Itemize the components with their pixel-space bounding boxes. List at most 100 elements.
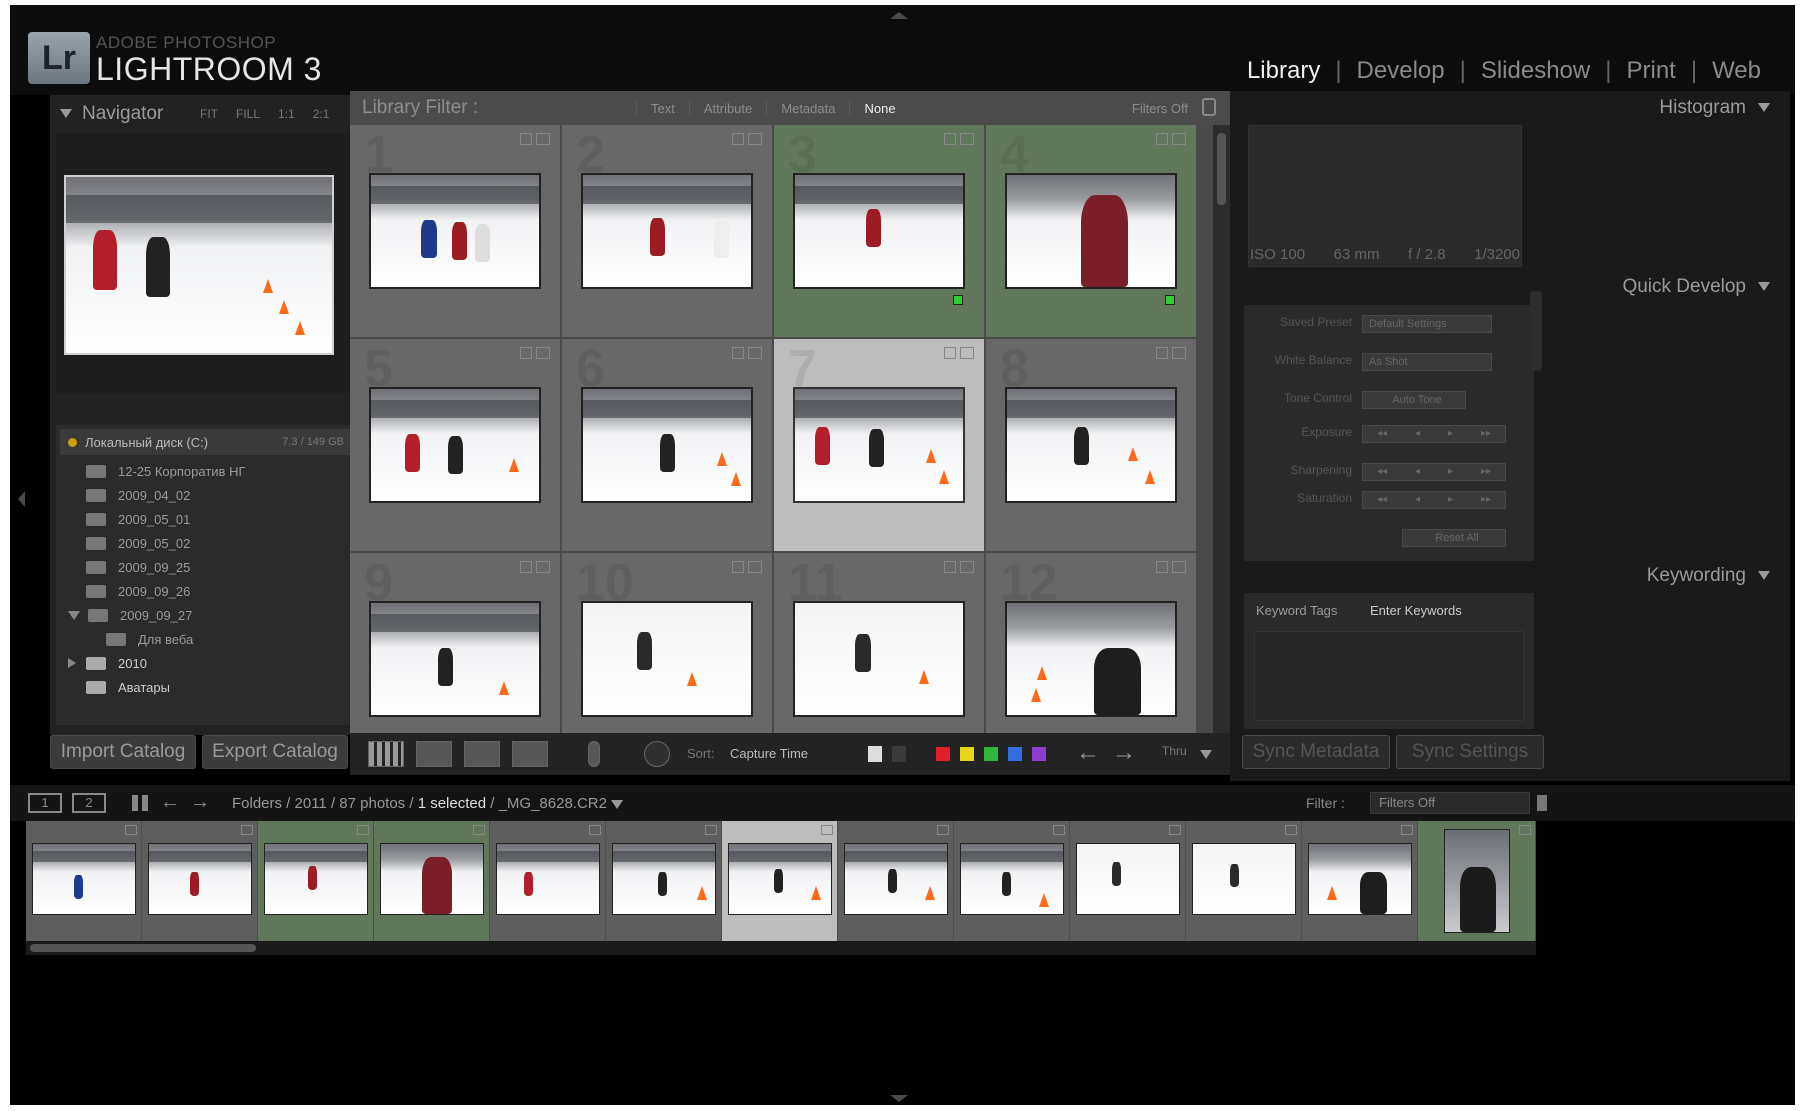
photo-thumbnail[interactable] (1005, 173, 1177, 289)
photo-thumbnail[interactable] (581, 387, 753, 503)
import-catalog-button[interactable]: Import Catalog (50, 735, 196, 769)
zoom-1-1[interactable]: 1:1 (278, 107, 295, 121)
folder-item[interactable]: Аватары1 (60, 675, 382, 699)
bottom-panel-toggle-icon[interactable] (890, 1095, 908, 1102)
reject-flag-icon[interactable] (892, 746, 906, 762)
survey-view-icon[interactable] (512, 741, 548, 767)
folder-item[interactable]: 2009_05_02140 (60, 531, 382, 555)
grid-view-icon[interactable] (368, 741, 404, 767)
filter-tab-metadata[interactable]: Metadata (766, 101, 849, 116)
expand-icon[interactable] (68, 610, 80, 620)
folder-item[interactable]: 2009_05_01291 (60, 507, 382, 531)
label-green-icon[interactable] (984, 747, 998, 761)
module-library[interactable]: Library (1247, 57, 1320, 85)
photo-thumbnail[interactable] (581, 173, 753, 289)
filmstrip-thumb-picked[interactable] (1418, 821, 1536, 941)
label-purple-icon[interactable] (1032, 747, 1046, 761)
filmstrip-thumb[interactable] (1186, 821, 1302, 941)
photo-thumbnail[interactable] (369, 387, 541, 503)
photo-thumbnail[interactable] (1005, 387, 1177, 503)
label-blue-icon[interactable] (1008, 747, 1022, 761)
forward-arrow-icon[interactable]: → (190, 791, 210, 814)
sync-settings-button[interactable]: Sync Settings (1396, 735, 1544, 769)
main-window-button[interactable]: 1 (28, 793, 62, 813)
expand-icon[interactable] (68, 658, 76, 668)
grid-cell[interactable]: 6 (562, 339, 772, 551)
grid-cell[interactable]: 8 (986, 339, 1196, 551)
navigator-preview-image[interactable] (64, 175, 334, 355)
folder-item[interactable]: 2009_04_0211 (60, 483, 382, 507)
export-catalog-button[interactable]: Export Catalog (202, 735, 348, 769)
grid-cell[interactable]: 12 (986, 553, 1196, 733)
filter-tab-none[interactable]: None (849, 101, 909, 116)
toolbar-menu-icon[interactable] (1200, 750, 1212, 759)
zoom-2-1[interactable]: 2:1 (313, 107, 330, 121)
painter-icon[interactable] (588, 741, 600, 767)
filmstrip-thumb[interactable] (26, 821, 142, 941)
filmstrip-thumb[interactable] (1070, 821, 1186, 941)
grid-cell-picked[interactable]: 4 (986, 125, 1196, 337)
label-yellow-icon[interactable] (960, 747, 974, 761)
photo-thumbnail[interactable] (793, 601, 965, 717)
top-panel-toggle-icon[interactable] (890, 12, 908, 19)
filmstrip-thumb[interactable] (954, 821, 1070, 941)
folder-item[interactable]: 2009_09_2682 (60, 579, 382, 603)
navigator-header[interactable]: Navigator (60, 103, 163, 125)
filter-preset-select[interactable]: Filters Off (1132, 101, 1188, 116)
grid-cell[interactable]: 2 (562, 125, 772, 337)
keywording-header[interactable]: Keywording (1647, 565, 1770, 587)
compare-view-icon[interactable] (464, 741, 500, 767)
source-breadcrumb[interactable]: Folders / 2011 / 87 photos / 1 selected … (232, 795, 624, 812)
grid-cell[interactable]: 9 (350, 553, 560, 733)
filter-switch-icon[interactable] (1537, 795, 1547, 811)
previous-arrow-icon[interactable]: ← (1076, 739, 1100, 767)
quick-develop-header[interactable]: Quick Develop (1622, 276, 1770, 298)
keyword-text-area[interactable] (1254, 631, 1524, 721)
zoom-fill[interactable]: FILL (236, 107, 260, 121)
volume-row[interactable]: Локальный диск (C:) 7.3 / 149 GB (60, 429, 382, 455)
label-red-icon[interactable] (936, 747, 950, 761)
module-web[interactable]: Web (1712, 57, 1761, 85)
subfolder-item[interactable]: Для веба116 (60, 627, 382, 651)
sync-metadata-button[interactable]: Sync Metadata (1242, 735, 1390, 769)
pick-flag-icon[interactable] (868, 746, 882, 762)
module-slideshow[interactable]: Slideshow (1481, 57, 1590, 85)
grid-cell-selected[interactable]: 7 (774, 339, 984, 551)
filmstrip-filter-select[interactable]: Filters Off (1370, 792, 1530, 814)
module-develop[interactable]: Develop (1357, 57, 1445, 85)
back-arrow-icon[interactable]: ← (160, 791, 180, 814)
sort-direction-icon[interactable] (644, 741, 670, 767)
grid-icon[interactable] (132, 795, 148, 811)
zoom-fit[interactable]: FIT (200, 107, 218, 121)
grid-cell[interactable]: 5 (350, 339, 560, 551)
photo-thumbnail[interactable] (1005, 601, 1177, 717)
photo-thumbnail[interactable] (793, 173, 965, 289)
right-panel-scrollbar[interactable] (1530, 291, 1542, 371)
filmstrip-thumb[interactable] (1302, 821, 1418, 941)
photo-thumbnail[interactable] (369, 173, 541, 289)
lock-icon[interactable] (1202, 98, 1216, 116)
left-panel-toggle-icon[interactable] (18, 491, 25, 507)
grid-cell[interactable]: 11 (774, 553, 984, 733)
photo-thumbnail[interactable] (369, 601, 541, 717)
reset-all-button[interactable]: Reset All (1402, 529, 1506, 547)
grid-cell[interactable]: 10 (562, 553, 772, 733)
grid-cell[interactable]: 1 (350, 125, 560, 337)
filmstrip-thumb[interactable] (838, 821, 954, 941)
secondary-window-button[interactable]: 2 (72, 793, 106, 813)
filmstrip-thumb[interactable] (142, 821, 258, 941)
folder-item-collapsed[interactable]: 201036 (60, 651, 382, 675)
module-print[interactable]: Print (1626, 57, 1675, 85)
filmstrip-thumb-picked[interactable] (374, 821, 490, 941)
sort-select[interactable]: Capture Time (730, 746, 808, 761)
photo-thumbnail[interactable] (793, 387, 965, 503)
filmstrip-thumb[interactable] (490, 821, 606, 941)
photo-thumbnail[interactable] (581, 601, 753, 717)
loupe-view-icon[interactable] (416, 741, 452, 767)
filter-tab-text[interactable]: Text (636, 101, 689, 116)
filmstrip-thumb-selected[interactable] (722, 821, 838, 941)
folder-item[interactable]: 2009_09_254 (60, 555, 382, 579)
keyword-entry-select[interactable]: Enter Keywords (1364, 601, 1504, 621)
filmstrip-thumb[interactable] (606, 821, 722, 941)
folder-item[interactable]: 12-25 Корпоратив НГ104 (60, 459, 382, 483)
